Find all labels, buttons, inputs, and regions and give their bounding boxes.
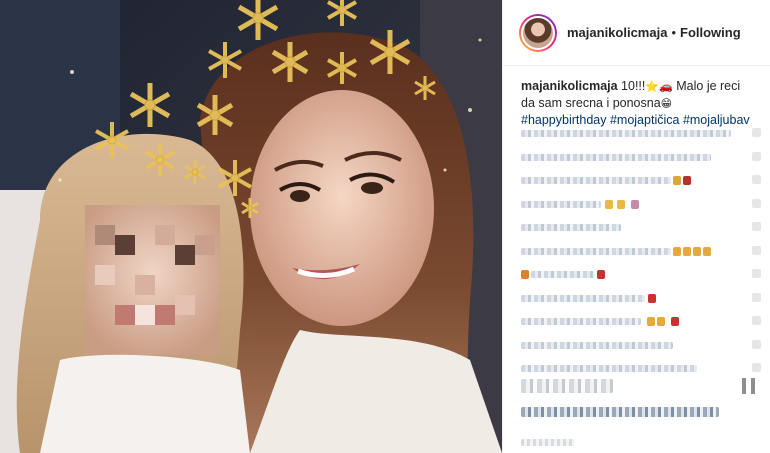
post-caption: majanikolicmaja 10!!!⭐🚗 Malo je reci da … [521, 78, 757, 128]
blurred-comment-text [521, 294, 645, 302]
caption-text-1: 10!!! [617, 79, 646, 93]
blurred-date-text [521, 439, 575, 446]
like-icon[interactable] [752, 128, 761, 137]
blurred-emoji [693, 246, 701, 256]
like-icon[interactable] [752, 198, 761, 208]
comment-row [521, 148, 761, 168]
grin-emoji: 😁 [660, 97, 673, 110]
likes-count[interactable] [521, 405, 721, 419]
action-bar [521, 377, 761, 397]
post-header: majanikolicmaja • Following [503, 0, 770, 66]
blurred-emoji [673, 246, 681, 256]
header-text: majanikolicmaja • Following [567, 25, 741, 40]
blurred-emoji [597, 270, 605, 279]
blurred-comment-text [521, 247, 671, 255]
profile-avatar[interactable] [521, 15, 555, 50]
comment-row [521, 289, 761, 309]
blurred-emoji [657, 317, 665, 326]
comment-row [521, 359, 761, 379]
blurred-comment-text [521, 153, 711, 161]
like-icon[interactable] [752, 245, 761, 255]
comment-row [521, 265, 761, 285]
pixelated-face [85, 205, 220, 355]
post-photo[interactable] [0, 0, 502, 453]
blurred-emoji [631, 199, 639, 209]
comment-row [521, 336, 761, 356]
comment-row [521, 312, 761, 332]
blurred-emoji [673, 176, 681, 185]
like-icon[interactable] [752, 175, 761, 184]
like-icon[interactable] [752, 339, 761, 349]
like-icon[interactable] [752, 269, 761, 278]
like-icon[interactable] [752, 363, 761, 372]
comment-list [521, 124, 761, 383]
blurred-comment-text [521, 224, 621, 231]
instagram-post-window: majanikolicmaja • Following majanikolicmaj… [0, 0, 770, 453]
avatar[interactable] [519, 13, 557, 52]
post-date [521, 437, 581, 447]
like-icon[interactable] [752, 316, 761, 325]
blurred-comment-text [521, 130, 731, 137]
comment-row [521, 195, 761, 215]
blurred-comment-text [521, 365, 697, 372]
blurred-action-icons[interactable] [521, 379, 613, 393]
like-icon[interactable] [752, 222, 761, 231]
blurred-emoji [683, 246, 691, 256]
separator-dot: • [671, 25, 677, 40]
blurred-emoji [703, 246, 711, 256]
comment-row [521, 124, 761, 144]
following-button[interactable]: Following [680, 25, 741, 40]
like-icon[interactable] [752, 292, 761, 302]
star-emoji: ⭐ [645, 80, 660, 93]
blurred-emoji [605, 199, 613, 209]
blurred-comment-text [531, 271, 595, 278]
blurred-emoji [648, 293, 656, 303]
blurred-emoji [671, 317, 679, 326]
blurred-comment-text [521, 318, 641, 325]
comment-row [521, 171, 761, 191]
blurred-emoji [521, 270, 529, 279]
blurred-emoji [617, 199, 625, 209]
username-link[interactable]: majanikolicmaja [567, 25, 667, 40]
blurred-comment-text [521, 341, 673, 349]
car-emoji: 🚗 [659, 80, 673, 93]
post-side-panel: majanikolicmaja • Following majanikolicmaj… [502, 0, 770, 453]
blurred-emoji [683, 176, 691, 185]
blurred-comment-text [521, 177, 671, 184]
comment-row [521, 242, 761, 262]
caption-username[interactable]: majanikolicmaja [521, 79, 618, 93]
comment-row [521, 218, 761, 238]
bookmark-icon[interactable] [739, 377, 759, 395]
photo-illustration [0, 0, 502, 453]
blurred-emoji [647, 317, 655, 326]
blurred-likes-text [521, 407, 719, 417]
like-icon[interactable] [752, 151, 761, 161]
blurred-comment-text [521, 200, 601, 208]
